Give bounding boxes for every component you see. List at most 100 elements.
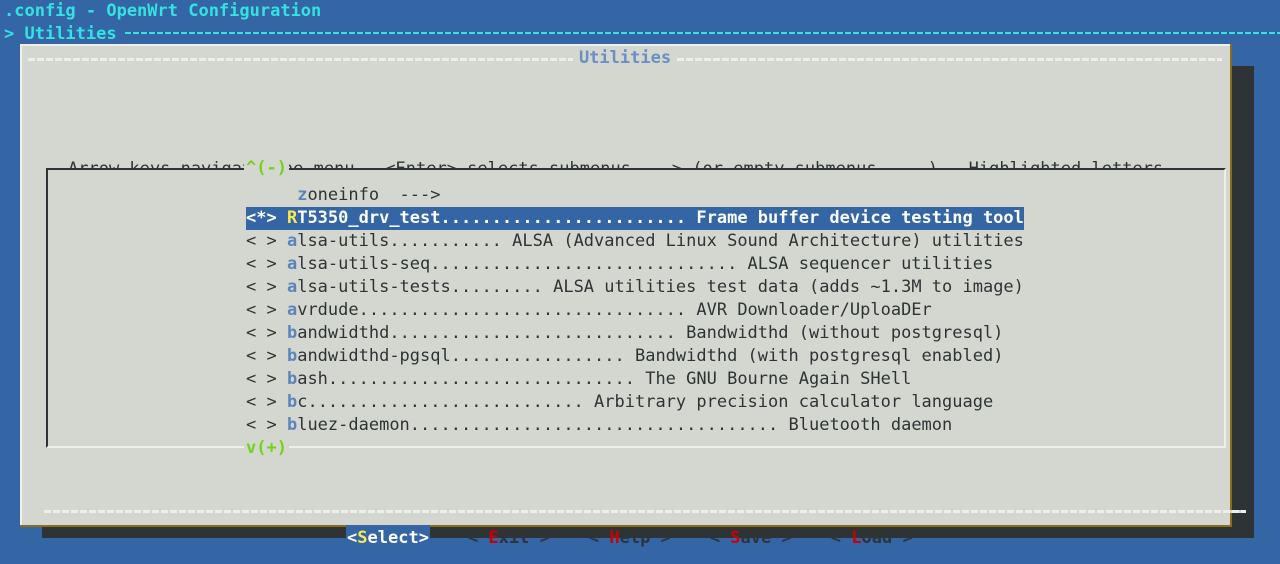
menu-item-hotkey: b (286, 323, 298, 343)
menu-item-content: <*> RT5350_drv_test.....................… (246, 207, 1024, 230)
menu-item-hotkey: b (286, 369, 298, 389)
menu-item-leader-dots: ........... (389, 231, 502, 251)
breadcrumb-path: Utilities (24, 24, 117, 44)
button-bracket-close: > (892, 528, 913, 548)
dialog-title-row: Utilities (22, 46, 1228, 70)
menu-item-leader-dots: ......... (450, 277, 543, 297)
menu-item-marker: < > (246, 392, 287, 412)
menu-item-marker: < > (246, 277, 287, 297)
menu-item-name: luez-daemon (297, 415, 410, 435)
menu-item[interactable]: < > bandwidthd..........................… (46, 322, 1226, 345)
button-hotkey: H (609, 528, 620, 548)
button-hotkey: S (730, 528, 741, 548)
menu-item-description: ALSA utilities test data (adds ~1.3M to … (542, 277, 1024, 297)
menu-item-hotkey: z (297, 185, 308, 205)
menu-item-content: < > bandwidthd-pgsql................. Ba… (246, 345, 1003, 368)
button-bracket-open: < (588, 528, 610, 548)
menu-item-description: Bluetooth daemon (778, 415, 953, 435)
menu-item-name: lsa-utils (297, 231, 390, 251)
menu-item-leader-dots: ............................ (389, 323, 676, 343)
menu-item-hotkey: a (286, 231, 298, 251)
config-title: .config - OpenWrt Configuration (0, 0, 1280, 23)
menu-item-description: Bandwidthd (without postgresql) (675, 323, 1004, 343)
menu-item-marker: <*> (246, 208, 287, 228)
button-load[interactable]: < Load > (830, 525, 914, 551)
menu-item-leader-dots: ........................ (440, 208, 687, 228)
menu-item-content: < > bc........................... Arbitr… (246, 391, 993, 414)
menu-item-description: The GNU Bourne Again SHell (634, 369, 912, 389)
button-bracket-close: > (650, 528, 671, 548)
button-bracket-close: > (418, 528, 429, 548)
menu-item[interactable]: < > avrdude.............................… (46, 299, 1226, 322)
button-label: elp (619, 528, 651, 548)
menu-item-description: ALSA (Advanced Linux Sound Architecture)… (501, 231, 1024, 251)
scroll-down-indicator[interactable]: v(+) (244, 440, 289, 457)
menu-item-leader-dots: ................................ (358, 300, 687, 320)
menu-item-name: ash (297, 369, 328, 389)
menu-item-marker: < > (246, 254, 287, 274)
menu-item[interactable]: <*> RT5350_drv_test.....................… (46, 207, 1226, 230)
menu-item[interactable]: zoneinfo ---> (46, 184, 1226, 207)
menu-item-name: c (297, 392, 308, 412)
menu-item-marker: < > (246, 231, 287, 251)
button-exit[interactable]: < Exit > (467, 525, 551, 551)
title-rule-left (28, 57, 573, 61)
button-bar: <Select> < Exit > < Help > < Save > < Load > (40, 525, 1252, 551)
button-label: elect (367, 528, 419, 548)
menu-item[interactable]: < > bandwidthd-pgsql................. Ba… (46, 345, 1226, 368)
menu-item-name: andwidthd-pgsql (297, 346, 451, 366)
menu-item-hotkey: R (286, 208, 298, 228)
button-bracket-open: < (467, 528, 489, 548)
button-help[interactable]: < Help > (588, 525, 672, 551)
menu-item-name: T5350_drv_test (297, 208, 441, 228)
menu-item-content: < > alsa-utils-tests......... ALSA utili… (246, 276, 1024, 299)
menu-item-leader-dots: ........................... (307, 392, 584, 412)
menu-item-hotkey: a (286, 277, 298, 297)
button-label: ave (740, 528, 772, 548)
menu-item-content: < > bash.............................. T… (246, 368, 911, 391)
button-separator (44, 510, 1246, 513)
menu-item-marker (246, 185, 297, 205)
menu-item-content: < > avrdude.............................… (246, 299, 932, 322)
menu-item-leader-dots: .............................. (430, 254, 738, 274)
button-bracket-open: < (709, 528, 731, 548)
menu-item-marker: < > (246, 346, 287, 366)
menu-item-description: Arbitrary precision calculator language (583, 392, 994, 412)
button-save[interactable]: < Save > (709, 525, 793, 551)
menu-item[interactable]: < > alsa-utils-tests......... ALSA utili… (46, 276, 1226, 299)
button-label: oad (861, 528, 893, 548)
menu-item[interactable]: < > bluez-daemon........................… (46, 414, 1226, 437)
menu-item[interactable]: < > bc........................... Arbitr… (46, 391, 1226, 414)
menu-item-description: ALSA sequencer utilities (737, 254, 994, 274)
menu-item-hotkey: b (286, 415, 298, 435)
button-hotkey: S (357, 528, 368, 548)
button-hotkey: L (851, 528, 862, 548)
menu-item-description: AVR Downloader/UploaDEr (686, 300, 932, 320)
menu-item-hotkey: b (286, 346, 298, 366)
button-hotkey: E (488, 528, 499, 548)
button-bracket-open: < (830, 528, 852, 548)
menu-item-hotkey: a (286, 254, 298, 274)
menu-item-name: vrdude (297, 300, 359, 320)
menu-item-content: < > bandwidthd..........................… (246, 322, 1003, 345)
config-title-text: .config - OpenWrt Configuration (4, 1, 322, 21)
menu-item[interactable]: < > alsa-utils-seq......................… (46, 253, 1226, 276)
button-bracket-close: > (771, 528, 792, 548)
menu-item[interactable]: < > alsa-utils........... ALSA (Advanced… (46, 230, 1226, 253)
button-label: xit (498, 528, 530, 548)
menu-item-description: Frame buffer device testing tool (686, 208, 1024, 228)
breadcrumb-prefix: > (4, 24, 25, 44)
menu-item-leader-dots: .............................. (327, 369, 635, 389)
button-select[interactable]: <Select> (346, 525, 430, 551)
menu-list: zoneinfo ---> <*> RT5350_drv_test........… (46, 184, 1226, 437)
scroll-up-indicator[interactable]: ^(-) (244, 160, 289, 177)
button-bracket-open: < (347, 528, 358, 548)
breadcrumb: > Utilities (0, 23, 1280, 46)
menu-item-marker: < > (246, 369, 287, 389)
menu-item-hotkey: b (286, 392, 298, 412)
menu-item-name: oneinfo ---> (307, 185, 441, 205)
button-bracket-close: > (529, 528, 550, 548)
menu-item-marker: < > (246, 300, 287, 320)
menu-item[interactable]: < > bash.............................. T… (46, 368, 1226, 391)
menu-item-content: < > bluez-daemon........................… (246, 414, 952, 437)
